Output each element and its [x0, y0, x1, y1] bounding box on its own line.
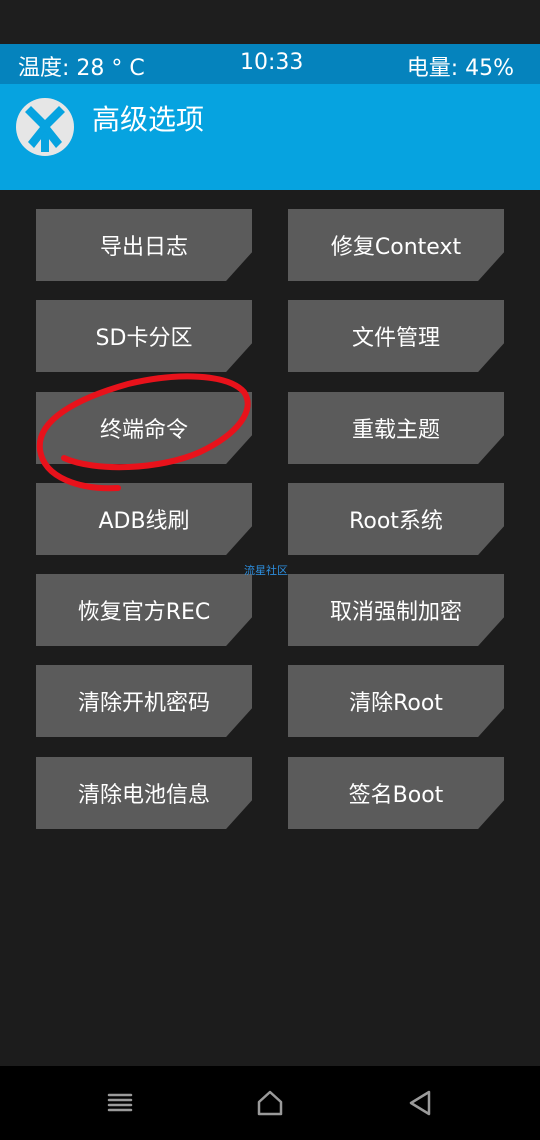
page-header: 高级选项 — [0, 84, 540, 190]
cancel-force-encrypt-button[interactable]: 取消强制加密 — [288, 574, 504, 646]
battery-readout: 电量: 45% — [406, 56, 514, 81]
temperature-readout: 温度: 28 ° C — [18, 56, 145, 81]
export-log-button[interactable]: 导出日志 — [36, 209, 252, 281]
clear-boot-password-button[interactable]: 清除开机密码 — [36, 665, 252, 737]
sd-partition-button[interactable]: SD卡分区 — [36, 300, 252, 372]
status-bar: 温度: 28 ° C 10:33 电量: 45% — [0, 44, 540, 84]
root-system-button[interactable]: Root系统 — [288, 483, 504, 555]
clear-battery-info-button[interactable]: 清除电池信息 — [36, 757, 252, 829]
reload-theme-button[interactable]: 重载主题 — [288, 392, 504, 464]
page-title: 高级选项 — [92, 103, 205, 136]
file-manager-button[interactable]: 文件管理 — [288, 300, 504, 372]
adb-flash-button[interactable]: ADB线刷 — [36, 483, 252, 555]
restore-official-rec-button[interactable]: 恢复官方REC — [36, 574, 252, 646]
clock: 10:33 — [240, 50, 304, 75]
back-icon[interactable] — [405, 1088, 435, 1118]
top-black-bar — [0, 0, 540, 44]
clear-root-button[interactable]: 清除Root — [288, 665, 504, 737]
terminal-command-button[interactable]: 终端命令 — [36, 392, 252, 464]
navigation-bar — [0, 1066, 540, 1140]
twrp-logo-icon — [16, 98, 74, 156]
watermark: 流星社区 — [244, 564, 288, 577]
sign-boot-button[interactable]: 签名Boot — [288, 757, 504, 829]
home-icon[interactable] — [255, 1088, 285, 1118]
fix-context-button[interactable]: 修复Context — [288, 209, 504, 281]
menu-icon[interactable] — [105, 1088, 135, 1118]
